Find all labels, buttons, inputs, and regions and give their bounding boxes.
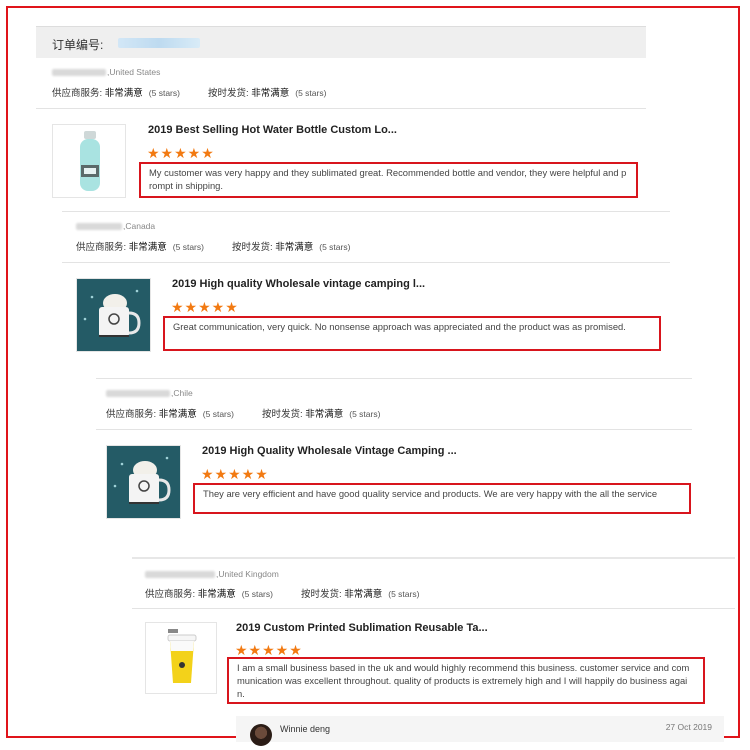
- water-bottle-icon: [80, 131, 100, 191]
- rating-summary: 供应商服务: 非常满意 (5 stars) 按时发货: 非常满意 (5 stars): [52, 88, 327, 99]
- divider: [62, 211, 670, 212]
- redacted-name: [145, 571, 215, 579]
- star-rating: ★★★★★: [147, 145, 215, 161]
- redacted-name: [52, 69, 106, 77]
- product-thumbnail[interactable]: [106, 445, 181, 519]
- star-rating: ★★★★★: [235, 642, 303, 658]
- takeaway-cup-icon: [167, 629, 197, 683]
- review-text: I am a small business based in the uk an…: [227, 657, 705, 704]
- divider: [96, 378, 692, 379]
- product-title[interactable]: 2019 High quality Wholesale vintage camp…: [172, 278, 425, 290]
- divider: [132, 608, 735, 609]
- rating-summary: 供应商服务: 非常满意 (5 stars) 按时发货: 非常满意 (5 stars): [145, 589, 420, 600]
- product-title[interactable]: 2019 High Quality Wholesale Vintage Camp…: [202, 445, 457, 457]
- divider: [62, 262, 670, 263]
- order-number-redacted: [118, 38, 200, 48]
- reply-date: 27 Oct 2019: [665, 722, 712, 732]
- order-number-label: 订单编号:: [52, 38, 104, 52]
- star-rating: ★★★★★: [171, 299, 239, 315]
- redacted-name: [106, 390, 170, 398]
- star-rating: ★★★★★: [201, 466, 269, 482]
- enamel-mug-icon: [77, 279, 150, 351]
- enamel-mug-icon: [107, 446, 180, 518]
- product-thumbnail[interactable]: [145, 622, 217, 694]
- order-number-bar: 订单编号:: [36, 26, 646, 58]
- reply-author: Winnie deng: [280, 724, 331, 734]
- redacted-name: [76, 223, 122, 231]
- review-text: Great communication, very quick. No nons…: [163, 316, 661, 351]
- product-thumbnail[interactable]: [52, 124, 126, 198]
- reviewer-location: ,Canada: [76, 221, 155, 231]
- product-title[interactable]: 2019 Best Selling Hot Water Bottle Custo…: [148, 124, 397, 136]
- divider: [132, 557, 735, 559]
- reviewer-location: ,United Kingdom: [145, 569, 279, 579]
- reviewer-location: ,Chile: [106, 388, 193, 398]
- divider: [36, 108, 646, 109]
- review-text: They are very efficient and have good qu…: [193, 483, 691, 514]
- product-title[interactable]: 2019 Custom Printed Sublimation Reusable…: [236, 622, 488, 634]
- rating-summary: 供应商服务: 非常满意 (5 stars) 按时发货: 非常满意 (5 stars): [106, 409, 381, 420]
- review-text: My customer was very happy and they subl…: [139, 162, 638, 198]
- reviewer-location: ,United States: [52, 67, 160, 77]
- divider: [96, 429, 692, 430]
- avatar: [250, 724, 272, 746]
- seller-reply: Winnie deng 27 Oct 2019: [236, 716, 724, 746]
- product-thumbnail[interactable]: [76, 278, 151, 352]
- rating-summary: 供应商服务: 非常满意 (5 stars) 按时发货: 非常满意 (5 stars): [76, 242, 351, 253]
